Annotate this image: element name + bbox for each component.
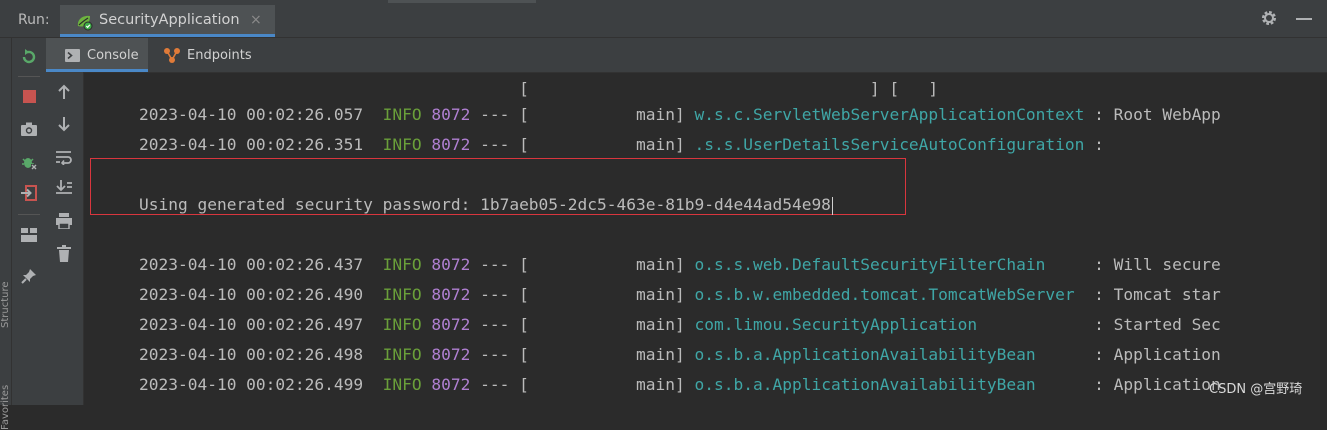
soft-wrap-icon[interactable]	[53, 146, 75, 168]
camera-icon[interactable]	[18, 118, 40, 140]
tab-console-label: Console	[87, 48, 139, 63]
console-icon	[65, 49, 80, 62]
password-line[interactable]: Using generated security password: 1b7ae…	[100, 176, 833, 234]
run-label: Run:	[18, 12, 50, 28]
log-thread: main]	[528, 375, 685, 394]
watermark: CSDN @宫野琦	[1209, 382, 1303, 397]
pin-icon[interactable]	[18, 265, 40, 287]
favorites-label[interactable]: Favorites	[0, 385, 11, 430]
tab-console[interactable]: Console	[46, 38, 148, 72]
tab-active-indicator	[60, 34, 275, 37]
console-actions-toolbar	[46, 72, 84, 405]
log-logger: .s.s.UserDetailsServiceAutoConfiguration	[694, 135, 1085, 154]
log-message: : Application	[1094, 375, 1221, 394]
print-icon[interactable]	[53, 210, 75, 232]
rerun-icon[interactable]	[18, 46, 40, 68]
top-strip	[388, 0, 536, 3]
run-actions-toolbar	[12, 38, 46, 405]
tab-security-application[interactable]: SecurityApplication ×	[60, 5, 275, 37]
log-message: :	[1094, 135, 1104, 154]
structure-label[interactable]: Structure	[0, 281, 11, 328]
tab-title: SecurityApplication	[99, 12, 240, 28]
log-pid: 8072	[431, 135, 471, 154]
stop-icon[interactable]	[18, 85, 40, 107]
log-thread: main]	[528, 135, 685, 154]
scroll-to-end-icon[interactable]	[53, 176, 75, 198]
log-pid: 8072	[431, 375, 471, 394]
spring-boot-icon	[77, 15, 93, 31]
arrow-down-icon[interactable]	[53, 113, 75, 135]
layout-icon[interactable]	[18, 224, 40, 246]
log-level: INFO	[382, 375, 422, 394]
generated-password-text[interactable]: Using generated security password: 1b7ae…	[139, 195, 831, 214]
gear-icon[interactable]	[1260, 9, 1278, 27]
trash-icon[interactable]	[53, 242, 75, 264]
log-separator: --- [	[480, 375, 529, 394]
text-caret	[831, 196, 833, 215]
minimize-icon[interactable]	[1296, 18, 1312, 20]
debug-bug-icon[interactable]	[18, 151, 40, 173]
log-logger: o.s.b.a.ApplicationAvailabilityBean	[694, 375, 1085, 394]
exit-icon[interactable]	[18, 182, 40, 204]
tab-endpoints-label: Endpoints	[187, 48, 252, 63]
console-tabs: Console Endpoints	[46, 38, 1327, 73]
log-separator: --- [	[480, 135, 529, 154]
run-toolbar: Run: SecurityApplication ×	[0, 0, 1327, 38]
endpoints-icon	[164, 48, 180, 63]
log-timestamp: 2023-04-10 00:02:26.499	[138, 375, 364, 394]
log-timestamp: 2023-04-10 00:02:26.351	[138, 135, 364, 154]
log-line: 2023-04-10 00:02:26.499 INFO 8072 --- [ …	[100, 356, 1221, 405]
close-icon[interactable]: ×	[250, 12, 262, 28]
log-level: INFO	[382, 135, 422, 154]
log-message: : Root WebApp	[1094, 105, 1221, 124]
arrow-up-icon[interactable]	[53, 81, 75, 103]
side-tool-strip: Structure Favorites	[0, 38, 12, 430]
console-output[interactable]: 2023-04-10 00:02:26.000 INFO 8072 --- [ …	[84, 73, 1327, 405]
